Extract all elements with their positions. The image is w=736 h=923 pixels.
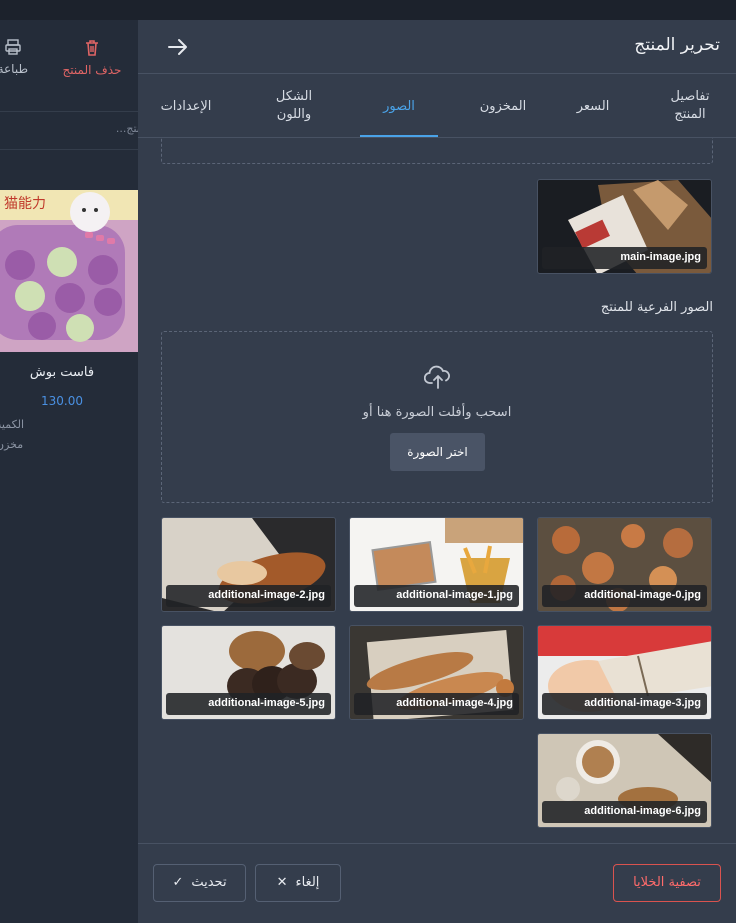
search-placeholder: منتج...	[115, 122, 138, 135]
images-tab-content: main-image.jpg الصور الفرعية للمنتج اسحب…	[138, 138, 736, 843]
drawer-header: تحرير المنتج	[138, 20, 736, 74]
printer-icon	[5, 39, 21, 55]
drawer-footer: تصفية الخلايا إلغاء ✕ تحديث ✓	[138, 843, 736, 923]
additional-image-4-caption: additional-image-4.jpg	[354, 693, 519, 715]
additional-image-2-caption: additional-image-2.jpg	[166, 585, 331, 607]
additional-image-0-caption: additional-image-0.jpg	[542, 585, 707, 607]
additional-image-5-thumbnail[interactable]: additional-image-5.jpg	[161, 625, 336, 720]
cancel-label: إلغاء	[295, 875, 320, 890]
delete-product-label: حذف المنتج	[62, 63, 122, 77]
print-button[interactable]: طباعة	[0, 38, 28, 76]
tab-price[interactable]: السعر	[568, 98, 618, 116]
tab-images[interactable]: الصور	[360, 98, 438, 116]
arrow-right-icon[interactable]	[166, 36, 190, 58]
sub-images-dropzone[interactable]: اسحب وأفلت الصورة هنا أو اختر الصورة	[161, 331, 713, 503]
additional-image-1-thumbnail[interactable]: additional-image-1.jpg	[349, 517, 524, 612]
tab-settings[interactable]: الإعدادات	[151, 98, 221, 116]
delete-product-button[interactable]: حذف المنتج	[52, 38, 132, 77]
tab-inventory[interactable]: المخزون	[473, 98, 533, 116]
additional-image-3-caption: additional-image-3.jpg	[542, 693, 707, 715]
product-card-image[interactable]: 猫能力	[0, 190, 138, 352]
close-icon: ✕	[276, 875, 288, 890]
update-button[interactable]: تحديث ✓	[153, 864, 246, 902]
clear-cells-button[interactable]: تصفية الخلايا	[613, 864, 721, 902]
additional-image-4-thumbnail[interactable]: additional-image-4.jpg	[349, 625, 524, 720]
sub-images-label: الصور الفرعية للمنتج	[600, 300, 713, 315]
product-meta-store: مخزن	[0, 438, 24, 451]
toy-image: 猫能力	[0, 190, 138, 352]
additional-image-1-caption: additional-image-1.jpg	[354, 585, 519, 607]
tab-product-details[interactable]: تفاصيل المنتج	[660, 88, 720, 124]
top-strip	[0, 0, 736, 20]
trash-icon	[86, 40, 98, 56]
main-image-caption: main-image.jpg	[542, 247, 707, 269]
check-icon: ✓	[172, 875, 184, 890]
product-name: فاست بوش	[29, 365, 95, 380]
print-label: طباعة	[0, 62, 28, 76]
product-meta-quantity: الكمية	[0, 418, 25, 431]
additional-image-2-thumbnail[interactable]: additional-image-2.jpg	[161, 517, 336, 612]
choose-image-button[interactable]: اختر الصورة	[390, 433, 485, 471]
product-price: 130.00	[41, 394, 83, 408]
background-search-input[interactable]: منتج...	[0, 112, 138, 150]
additional-image-0-thumbnail[interactable]: additional-image-0.jpg	[537, 517, 712, 612]
edit-product-drawer: تحرير المنتج تفاصيل المنتج السعر المخزون…	[138, 20, 736, 923]
cancel-button[interactable]: إلغاء ✕	[255, 864, 341, 902]
dropzone-text: اسحب وأفلت الصورة هنا أو	[362, 405, 512, 420]
card-text: 猫能力	[4, 196, 46, 212]
additional-image-3-thumbnail[interactable]: additional-image-3.jpg	[537, 625, 712, 720]
main-image-dropzone[interactable]	[161, 138, 713, 164]
tab-bar: تفاصيل المنتج السعر المخزون الصور الشكل …	[138, 74, 736, 138]
tab-shape-and-color[interactable]: الشكل واللون	[264, 88, 324, 124]
main-image-thumbnail[interactable]: main-image.jpg	[537, 179, 712, 274]
active-tab-indicator	[360, 135, 438, 137]
upload-cloud-icon	[424, 365, 450, 389]
background-product-page: حذف المنتج طباعة منتج... 猫能力 فاست بوش 13…	[0, 20, 138, 923]
update-label: تحديث	[191, 875, 227, 890]
background-toolbar: حذف المنتج طباعة	[0, 20, 138, 112]
additional-image-6-thumbnail[interactable]: additional-image-6.jpg	[537, 733, 712, 828]
additional-image-6-caption: additional-image-6.jpg	[542, 801, 707, 823]
drawer-title: تحرير المنتج	[634, 35, 720, 55]
additional-image-5-caption: additional-image-5.jpg	[166, 693, 331, 715]
